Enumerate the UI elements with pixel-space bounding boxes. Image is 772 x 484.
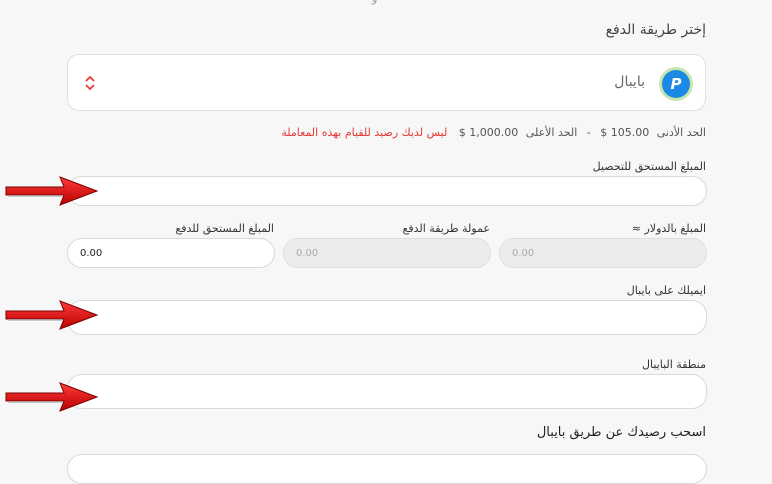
insufficient-balance-warning: ليس لديك رصيد للقيام بهذه المعاملة bbox=[281, 126, 448, 139]
withdraw-section-title: اسحب رصيدك عن طريق بايبال bbox=[536, 425, 706, 440]
payment-method-title: إختر طريقة الدفع bbox=[605, 22, 706, 38]
annotation-arrow-icon bbox=[5, 300, 99, 330]
limits-line: الحد الأدنى 105.00 $ - الحد الأعلى 1,000… bbox=[281, 126, 706, 139]
paypal-region-label: منطقة البايبال bbox=[642, 358, 706, 371]
paypal-logo-icon: P bbox=[659, 67, 693, 101]
payable-label: المبلغ المستحق للدفع bbox=[175, 222, 274, 235]
selected-method-label: بايبال bbox=[614, 74, 645, 90]
max-limit-label: الحد الأعلى bbox=[525, 126, 578, 139]
max-limit-value: 1,000.00 $ bbox=[458, 126, 519, 139]
amount-due-input[interactable] bbox=[67, 176, 707, 206]
fee-label: عمولة طريقة الدفع bbox=[402, 222, 491, 235]
limit-separator: - bbox=[586, 126, 591, 139]
paypal-email-label: ايميلك على بايبال bbox=[626, 284, 706, 297]
payment-method-select[interactable]: بايبال P bbox=[67, 54, 706, 111]
fee-input: 0.00 bbox=[283, 238, 491, 268]
min-limit-value: 105.00 $ bbox=[600, 126, 650, 139]
fee-value: 0.00 bbox=[296, 247, 319, 259]
amount-usd-input: 0.00 bbox=[499, 238, 707, 268]
amount-due-label: المبلغ المستحق للتحصيل bbox=[592, 160, 706, 173]
annotation-arrow-icon bbox=[5, 176, 99, 206]
payable-value: 0.00 bbox=[80, 247, 103, 259]
amount-usd-label: المبلغ بالدولار ≈ bbox=[631, 222, 706, 235]
amount-usd-value: 0.00 bbox=[512, 247, 535, 259]
withdraw-partial-input[interactable] bbox=[67, 454, 707, 484]
annotation-arrow-icon bbox=[5, 382, 99, 412]
paypal-region-input[interactable] bbox=[67, 374, 707, 409]
chevron-updown-icon bbox=[85, 75, 95, 91]
top-fragment-text: و bbox=[372, 0, 377, 5]
payable-input: 0.00 bbox=[67, 238, 275, 268]
paypal-email-input[interactable] bbox=[67, 300, 707, 335]
min-limit-label: الحد الأدنى bbox=[656, 126, 706, 139]
